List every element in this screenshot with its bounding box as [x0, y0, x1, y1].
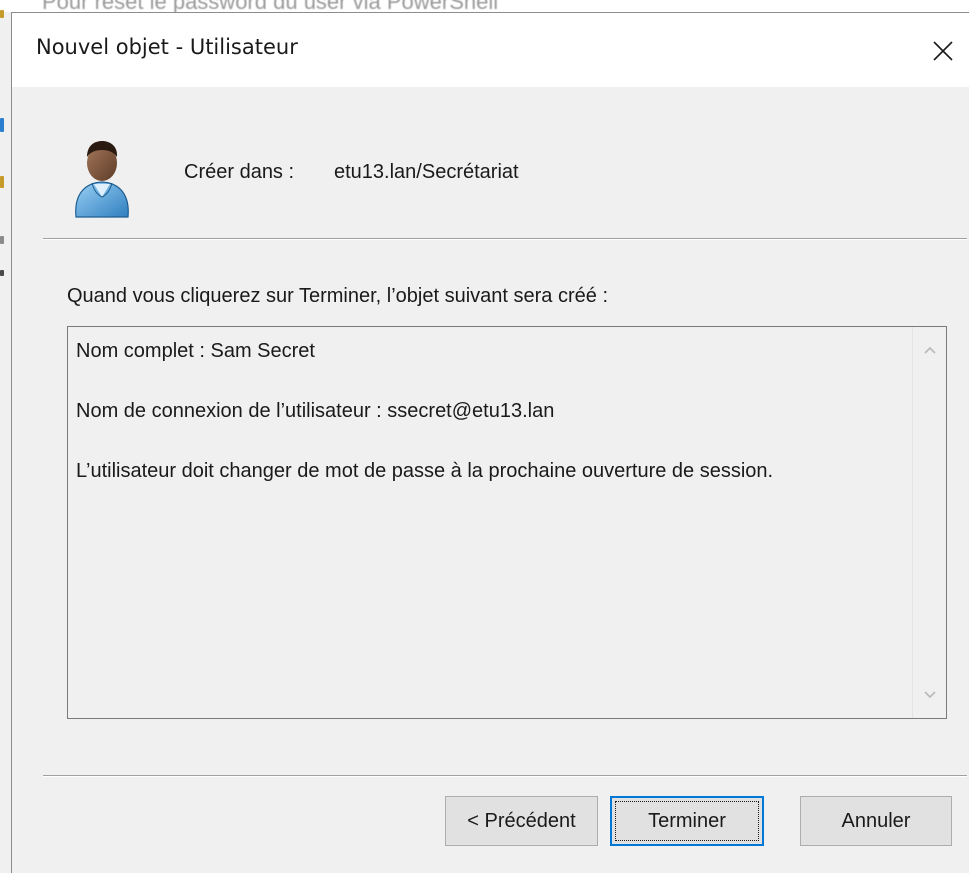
- footer-separator: [43, 775, 967, 777]
- vertical-scrollbar[interactable]: [912, 327, 946, 718]
- dialog-title: Nouvel objet - Utilisateur: [36, 35, 298, 59]
- user-icon: [75, 141, 129, 218]
- previous-button[interactable]: < Précédent: [445, 796, 598, 846]
- background-edge-mark: [0, 118, 4, 132]
- scroll-up-button[interactable]: [913, 333, 946, 367]
- background-edge-mark: [0, 10, 4, 18]
- background-edge-mark: [0, 176, 4, 188]
- scroll-down-button[interactable]: [913, 678, 946, 712]
- background-edge-mark: [0, 270, 4, 276]
- chevron-up-icon: [923, 346, 936, 354]
- new-user-dialog: Nouvel objet - Utilisateur Créer dans : …: [11, 12, 969, 873]
- background-edge-mark: [0, 236, 4, 244]
- create-in-path: etu13.lan/Secrétariat: [334, 161, 519, 183]
- title-bar: Nouvel objet - Utilisateur: [12, 13, 969, 87]
- header-separator: [43, 238, 967, 240]
- summary-password-change: L’utilisateur doit changer de mot de pas…: [76, 460, 774, 482]
- chevron-down-icon: [923, 691, 936, 699]
- background-window-strip: Pour reset le password du user via Power…: [0, 0, 969, 14]
- cancel-button[interactable]: Annuler: [800, 796, 952, 846]
- create-in-label: Créer dans :: [184, 161, 295, 183]
- finish-button[interactable]: Terminer: [610, 796, 764, 846]
- focus-ring: [615, 801, 759, 841]
- summary-textbox[interactable]: Nom complet : Sam Secret Nom de connexio…: [67, 326, 947, 719]
- summary-intro: Quand vous cliquerez sur Terminer, l’obj…: [67, 285, 609, 307]
- close-icon: [933, 41, 953, 61]
- summary-full-name: Nom complet : Sam Secret: [76, 340, 315, 362]
- close-button[interactable]: [923, 31, 963, 71]
- summary-logon-name: Nom de connexion de l’utilisateur : ssec…: [76, 400, 555, 422]
